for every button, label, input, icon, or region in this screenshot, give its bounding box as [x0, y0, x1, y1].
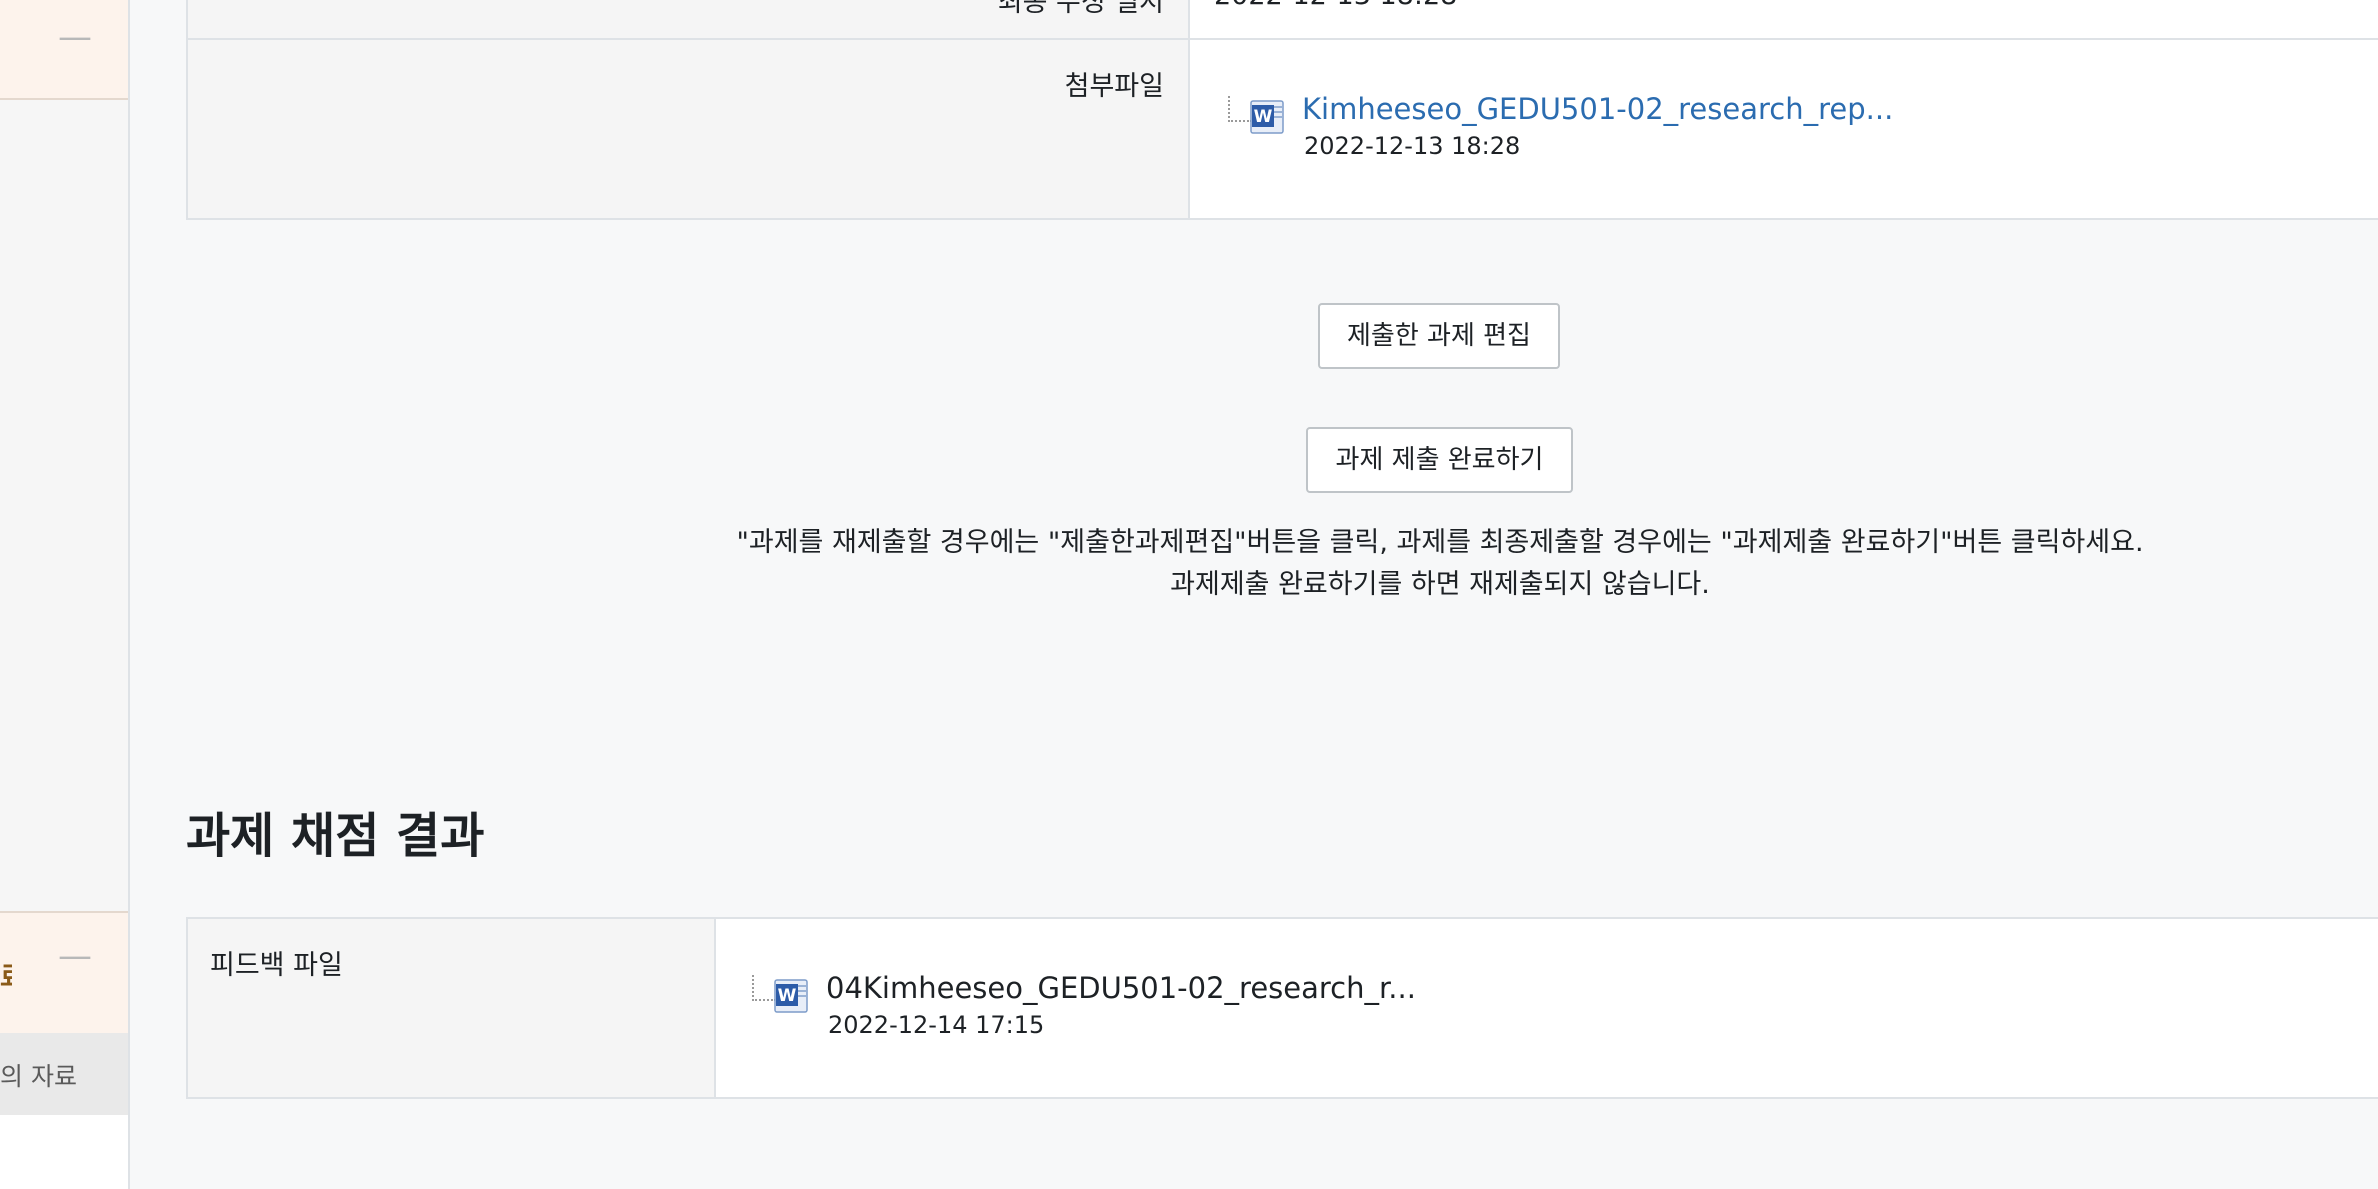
- svg-text:W: W: [1254, 107, 1273, 127]
- notice-line-2: 과제제출 완료하기를 하면 재제출되지 않습니다.: [1170, 569, 1710, 600]
- word-document-icon: W: [1250, 100, 1284, 134]
- left-sidebar: — 료 — 의 자료: [0, 0, 130, 1189]
- grading-row-feedback-file: 피드백 파일 W 04Kimheeseo_GEDU501-02_research…: [186, 917, 2378, 1099]
- attachment-file-link[interactable]: Kimheeseo_GEDU501-02_research_rep...: [1302, 92, 1893, 126]
- sidebar-empty-area: [0, 1115, 128, 1189]
- feedback-file-label: 피드백 파일: [210, 950, 343, 981]
- sidebar-item-label: 의 자료: [0, 1062, 77, 1091]
- grading-results-title: 과제 채점 결과: [186, 808, 485, 864]
- submission-row-attachment: 첨부파일 W Kimheeseo_GEDU501-02_research_rep…: [186, 38, 2378, 220]
- svg-text:W: W: [778, 986, 797, 1006]
- row-label-cell: 최종 수정 일시: [188, 0, 1190, 40]
- feedback-file-date: 2022-12-14 17:15: [828, 1011, 1045, 1039]
- submission-row-last-modified: 최종 수정 일시 2022-12-13 18:28: [186, 0, 2378, 42]
- sidebar-block-header: —: [0, 0, 128, 100]
- row-label: 최종 수정 일시: [997, 0, 1164, 18]
- collapse-icon[interactable]: —: [58, 939, 92, 973]
- submission-notice: "과제를 재제출할 경우에는 "제출한과제편집"버튼을 클릭, 과제를 최종제출…: [400, 522, 2378, 606]
- attachment-file-date: 2022-12-13 18:28: [1304, 132, 1521, 160]
- attachment-label: 첨부파일: [1064, 71, 1164, 102]
- tree-connector: [1228, 96, 1252, 122]
- feedback-file-link[interactable]: 04Kimheeseo_GEDU501-02_research_r...: [826, 971, 1416, 1005]
- row-value: 2022-12-13 18:28: [1214, 0, 1457, 11]
- collapse-icon[interactable]: —: [58, 20, 92, 54]
- edit-submission-button[interactable]: 제출한 과제 편집: [1318, 303, 1560, 369]
- row-label-cell: 첨부파일: [188, 40, 1190, 218]
- row-label-cell: 피드백 파일: [188, 919, 716, 1097]
- sidebar-item-materials[interactable]: 의 자료: [0, 1033, 128, 1115]
- notice-line-1: "과제를 재제출할 경우에는 "제출한과제편집"버튼을 클릭, 과제를 최종제출…: [736, 527, 2144, 558]
- sidebar-block-title: 료: [0, 955, 12, 994]
- complete-submission-button[interactable]: 과제 제출 완료하기: [1306, 427, 1573, 493]
- sidebar-block-materials: 료 —: [0, 911, 128, 1033]
- tree-connector: [752, 975, 776, 1001]
- word-document-icon: W: [774, 979, 808, 1013]
